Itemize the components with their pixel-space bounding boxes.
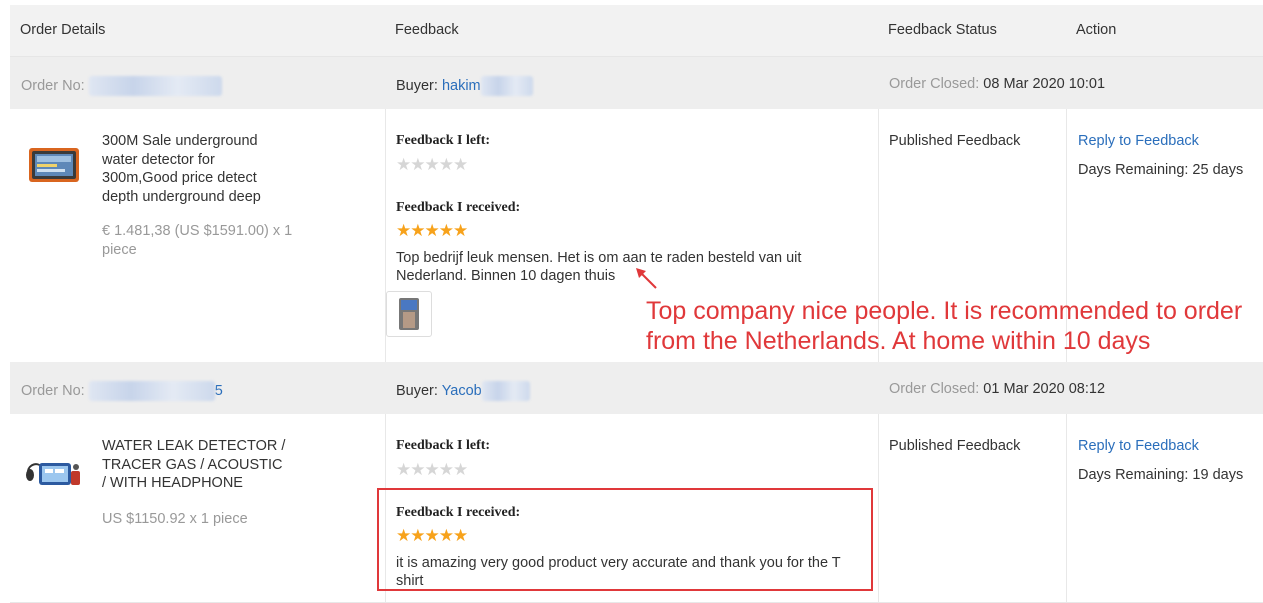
feedback-photo-thumbnail[interactable] xyxy=(386,291,432,337)
star-empty-icon: ★ xyxy=(438,460,454,479)
order-number-link[interactable]: 5 xyxy=(215,383,223,399)
order-closed-label: Order Closed: xyxy=(889,381,980,397)
col-header-order-details: Order Details xyxy=(20,22,106,38)
feedback-received-stars: ★★★★★ xyxy=(396,221,468,240)
product-title[interactable]: 300M Sale underground water detector for… xyxy=(102,132,287,206)
col-header-feedback: Feedback xyxy=(395,22,459,38)
star-empty-icon: ★ xyxy=(424,155,440,174)
feedback-left-label: Feedback I left: xyxy=(396,438,491,453)
star-empty-icon: ★ xyxy=(396,155,411,174)
order-header-bar: Order No: Buyer: hakim Order Closed: 08 … xyxy=(10,57,1263,109)
star-filled-icon: ★ xyxy=(410,221,425,240)
star-empty-icon: ★ xyxy=(453,460,468,479)
feedback-received-label: Feedback I received: xyxy=(396,200,521,215)
buyer-label: Buyer: xyxy=(396,382,438,399)
star-filled-icon: ★ xyxy=(453,221,468,240)
order-number: Order No: xyxy=(21,76,222,96)
star-filled-icon: ★ xyxy=(438,221,454,240)
order-closed-date: 01 Mar 2020 08:12 xyxy=(983,381,1106,397)
product-price: € 1.481,38 (US $1591.00) x 1 piece xyxy=(102,223,293,258)
product-thumbnail-water-detector[interactable] xyxy=(24,142,84,190)
redacted-buyer-name xyxy=(480,76,533,96)
redacted-order-number xyxy=(88,76,222,96)
buyer-info: Buyer: Yacob xyxy=(396,381,530,401)
divider xyxy=(878,414,879,602)
reply-to-feedback-link[interactable]: Reply to Feedback xyxy=(1078,438,1199,454)
buyer-label: Buyer: xyxy=(396,77,438,94)
days-remaining: Days Remaining: 19 days xyxy=(1078,467,1244,483)
star-empty-icon: ★ xyxy=(410,460,425,479)
order-closed-date: 08 Mar 2020 10:01 xyxy=(983,76,1106,92)
product-thumbnail-leak-detector[interactable] xyxy=(24,449,84,497)
order-number: Order No: 5 xyxy=(21,381,223,401)
buyer-name-link[interactable]: Yacob xyxy=(442,383,482,399)
col-header-action: Action xyxy=(1076,22,1117,38)
star-filled-icon: ★ xyxy=(424,221,440,240)
feedback-status: Published Feedback xyxy=(889,438,1021,454)
feedback-left-label: Feedback I left: xyxy=(396,133,491,148)
star-empty-icon: ★ xyxy=(453,155,468,174)
order-closed-info: Order Closed: 08 Mar 2020 10:01 xyxy=(889,76,1105,92)
star-empty-icon: ★ xyxy=(438,155,454,174)
product-price: US $1150.92 x 1 piece xyxy=(102,511,248,527)
feedback-left-stars: ★★★★★ xyxy=(396,155,468,174)
annotation-arrow-icon xyxy=(636,268,657,289)
star-empty-icon: ★ xyxy=(396,460,411,479)
highlight-box xyxy=(377,488,873,591)
order-number-label: Order No: xyxy=(21,77,85,94)
buyer-info: Buyer: hakim xyxy=(396,76,533,96)
star-empty-icon: ★ xyxy=(410,155,425,174)
order-header-bar: Order No: 5 Buyer: Yacob Order Closed: 0… xyxy=(10,362,1263,414)
redacted-buyer-name xyxy=(481,381,530,401)
order-closed-info: Order Closed: 01 Mar 2020 08:12 xyxy=(889,381,1105,397)
redacted-order-number xyxy=(88,381,215,401)
product-title[interactable]: WATER LEAK DETECTOR / TRACER GAS / ACOUS… xyxy=(102,437,287,493)
divider xyxy=(1066,414,1067,602)
reply-to-feedback-link[interactable]: Reply to Feedback xyxy=(1078,133,1199,149)
days-remaining: Days Remaining: 25 days xyxy=(1078,162,1244,178)
star-empty-icon: ★ xyxy=(424,460,440,479)
feedback-status: Published Feedback xyxy=(889,133,1021,149)
order-closed-label: Order Closed: xyxy=(889,76,980,92)
order-number-label: Order No: xyxy=(21,382,85,399)
star-filled-icon: ★ xyxy=(396,221,411,240)
feedback-left-stars: ★★★★★ xyxy=(396,460,468,479)
translation-annotation: Top company nice people. It is recommend… xyxy=(646,297,1243,355)
table-header: Order Details Feedback Feedback Status A… xyxy=(10,5,1263,57)
col-header-feedback-status: Feedback Status xyxy=(888,22,997,38)
buyer-name-link[interactable]: hakim xyxy=(442,78,481,94)
